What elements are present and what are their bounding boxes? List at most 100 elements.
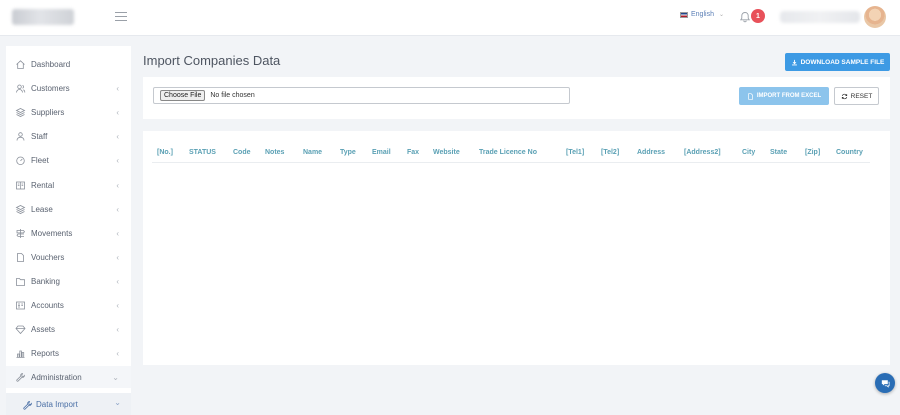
column-header-city[interactable]: City [742, 149, 755, 156]
chevron-left-icon: ‹ [116, 131, 119, 141]
sidebar-subitem-label: Data Import [36, 400, 78, 409]
sidebar-item-staff[interactable]: Staff ‹ [6, 125, 131, 147]
sidebar-subitem-data-import[interactable]: Data Import ⌄ [6, 393, 131, 415]
chevron-down-icon: ⌄ [114, 398, 121, 407]
notification-badge: 1 [751, 9, 765, 23]
column-header-type[interactable]: Type [340, 149, 356, 156]
sidebar-item-label: Customers [31, 83, 70, 93]
file-icon [748, 92, 753, 100]
sidebar-item-label: Administration [31, 372, 82, 382]
column-header-address2[interactable]: [Address2] [684, 149, 721, 156]
file-icon [15, 252, 26, 263]
user-name[interactable] [780, 11, 860, 23]
data-table-card: [No.] STATUS Code Notes Name Type Email … [143, 131, 890, 365]
sidebar-item-label: Vouchers [31, 252, 65, 262]
column-header-no[interactable]: [No.] [157, 149, 173, 156]
sidebar-item-label: Lease [31, 204, 53, 214]
sidebar-item-label: Dashboard [31, 59, 71, 69]
column-header-fax[interactable]: Fax [407, 149, 419, 156]
chevron-left-icon: ‹ [116, 155, 119, 165]
chevron-left-icon: ‹ [116, 348, 119, 358]
sidebar-item-customers[interactable]: Customers ‹ [6, 77, 131, 99]
speedometer-icon [15, 155, 26, 166]
column-header-code[interactable]: Code [233, 149, 251, 156]
sidebar-item-label: Movements [31, 228, 73, 238]
column-header-trade-licence-no[interactable]: Trade Licence No [479, 149, 537, 156]
flag-icon [680, 11, 688, 18]
column-header-tel1[interactable]: [Tel1] [566, 149, 584, 156]
sidebar-item-suppliers[interactable]: Suppliers ‹ [6, 101, 131, 123]
column-header-address[interactable]: Address [637, 149, 665, 156]
file-input[interactable]: Choose File No file chosen [153, 87, 570, 104]
language-label: English [691, 11, 714, 18]
sidebar-item-label: Staff [31, 131, 48, 141]
chat-button[interactable] [875, 373, 895, 393]
upload-card: Choose File No file chosen IMPORT FROM E… [143, 77, 890, 119]
layers-icon [15, 107, 26, 118]
column-header-tel2[interactable]: [Tel2] [601, 149, 619, 156]
signpost-icon [15, 228, 26, 239]
sidebar-item-label: Assets [31, 324, 56, 334]
import-label: IMPORT FROM EXCEL [756, 93, 822, 99]
folder-icon [15, 276, 26, 287]
file-status: No file chosen [210, 92, 255, 99]
chevron-left-icon: ‹ [116, 252, 119, 262]
id-card-icon [15, 300, 26, 311]
page-title: Import Companies Data [143, 53, 281, 68]
sidebar-item-label: Suppliers [31, 107, 65, 117]
book-icon [15, 180, 26, 191]
bar-chart-icon [15, 348, 26, 359]
wrench-icon [15, 372, 26, 383]
chevron-down-icon: ⌄ [718, 12, 724, 18]
sidebar-item-accounts[interactable]: Accounts ‹ [6, 294, 131, 316]
sidebar-item-label: Fleet [31, 155, 49, 165]
column-header-notes[interactable]: Notes [265, 149, 284, 156]
language-selector[interactable]: English ⌄ [680, 11, 724, 18]
chevron-left-icon: ‹ [116, 180, 119, 190]
home-icon [15, 59, 26, 70]
refresh-icon [841, 93, 847, 99]
column-header-website[interactable]: Website [433, 149, 460, 156]
sidebar-item-rental[interactable]: Rental ‹ [6, 174, 131, 196]
download-icon [791, 59, 797, 65]
sidebar-item-fleet[interactable]: Fleet ‹ [6, 149, 131, 171]
chat-icon [881, 379, 890, 388]
sidebar-item-reports[interactable]: Reports ‹ [6, 342, 131, 364]
download-sample-label: DOWNLOAD SAMPLE FILE [800, 58, 885, 66]
sidebar-item-movements[interactable]: Movements ‹ [6, 222, 131, 244]
sidebar-item-vouchers[interactable]: Vouchers ‹ [6, 246, 131, 268]
avatar[interactable] [864, 6, 886, 28]
sidebar-item-administration[interactable]: Administration ⌄ [6, 366, 131, 388]
chevron-left-icon: ‹ [116, 228, 119, 238]
sidebar-item-label: Reports [31, 348, 60, 358]
download-sample-button[interactable]: DOWNLOAD SAMPLE FILE [785, 53, 890, 71]
logo[interactable] [12, 9, 74, 25]
menu-toggle-icon[interactable] [115, 12, 127, 22]
sidebar-item-label: Rental [31, 180, 55, 190]
chevron-left-icon: ‹ [116, 324, 119, 334]
sidebar-item-banking[interactable]: Banking ‹ [6, 270, 131, 292]
import-from-excel-button[interactable]: IMPORT FROM EXCEL [739, 87, 829, 105]
reset-button[interactable]: RESET [834, 87, 879, 105]
reset-label: RESET [850, 92, 873, 100]
sidebar: Dashboard Customers ‹ Suppliers ‹ Staff … [6, 46, 131, 415]
layers-alt-icon [15, 204, 26, 215]
column-header-name[interactable]: Name [303, 149, 322, 156]
top-bar: English ⌄ 1 [0, 0, 900, 36]
column-header-zip[interactable]: [Zip] [805, 149, 820, 156]
column-header-status[interactable]: STATUS [189, 149, 216, 156]
sidebar-item-dashboard[interactable]: Dashboard [6, 53, 131, 75]
sidebar-item-label: Accounts [31, 300, 64, 310]
column-header-state[interactable]: State [770, 149, 787, 156]
users-icon [15, 83, 26, 94]
chevron-down-icon: ⌄ [112, 372, 119, 382]
column-header-country[interactable]: Country [836, 149, 863, 156]
bell-icon[interactable] [739, 10, 751, 23]
choose-file-button[interactable]: Choose File [160, 90, 206, 101]
chevron-left-icon: ‹ [116, 276, 119, 286]
sidebar-item-lease[interactable]: Lease ‹ [6, 198, 131, 220]
column-header-email[interactable]: Email [372, 149, 391, 156]
wrench-icon [22, 398, 33, 410]
chevron-left-icon: ‹ [116, 83, 119, 93]
sidebar-item-assets[interactable]: Assets ‹ [6, 318, 131, 340]
